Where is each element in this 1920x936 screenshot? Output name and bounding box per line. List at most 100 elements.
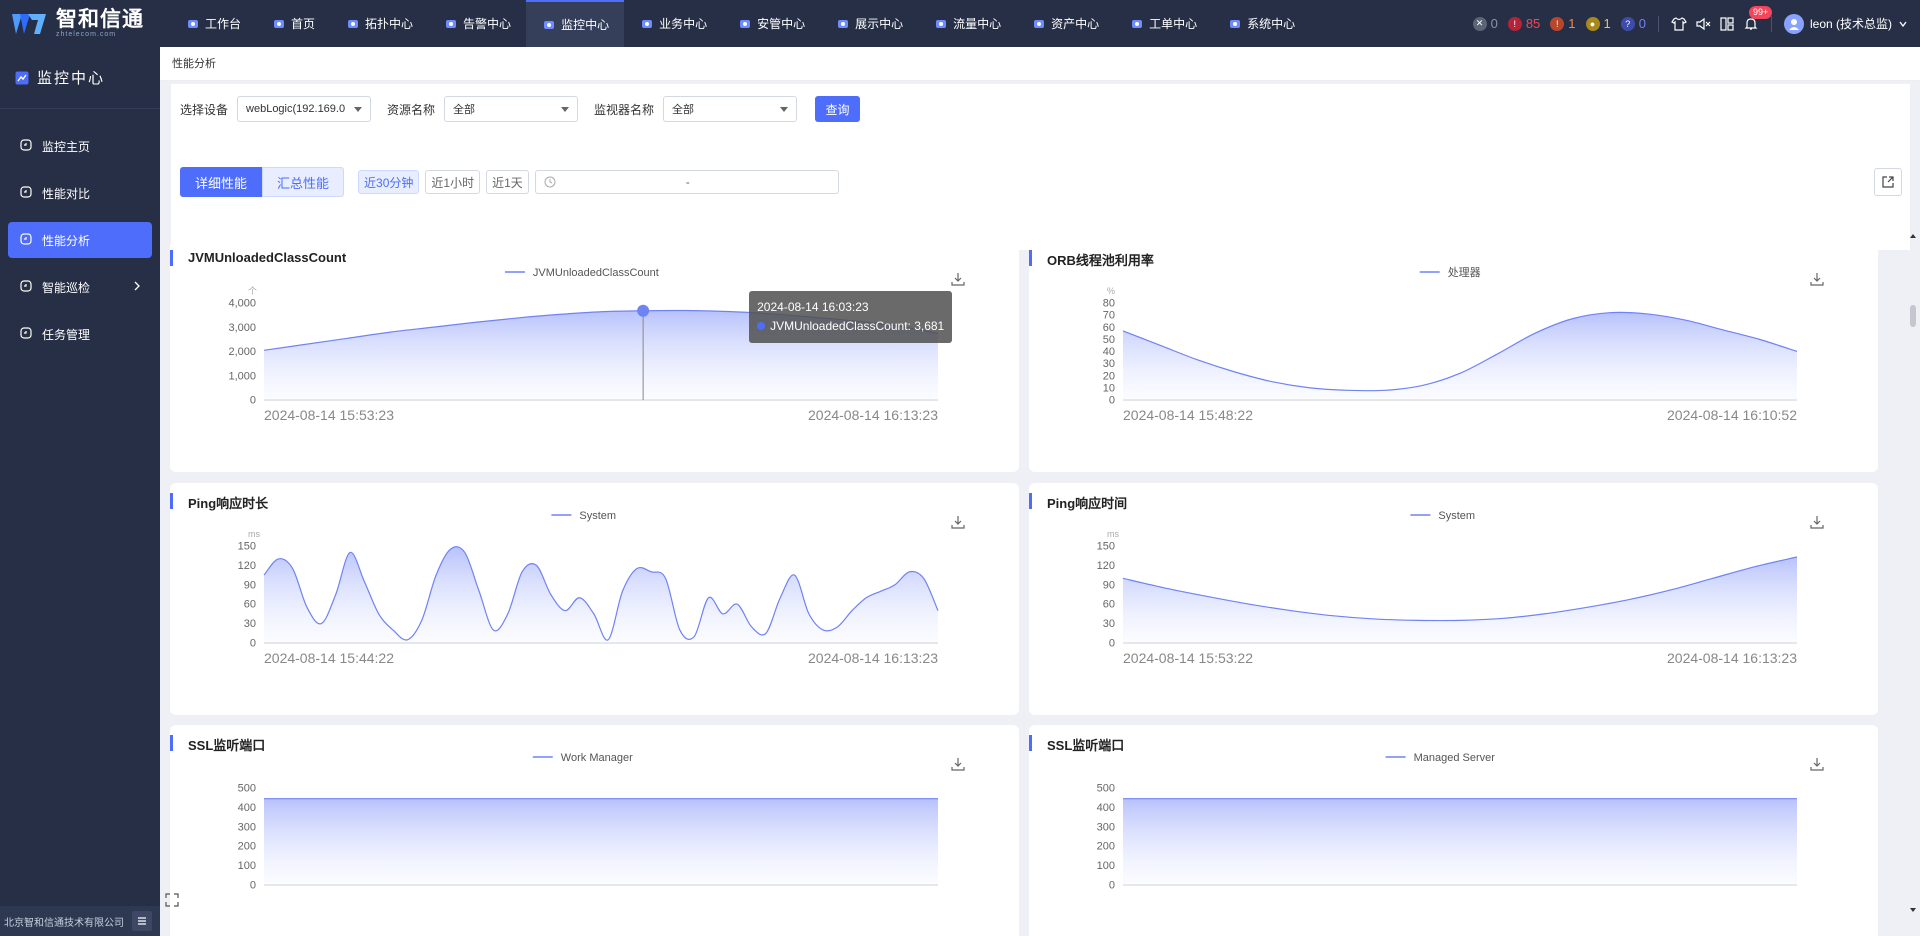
nav-item-label: 告警中心 — [463, 17, 512, 31]
alarm-stat-1[interactable]: ! 85 — [1507, 16, 1540, 31]
monitor-center-icon — [15, 71, 29, 84]
sidebar-title-text: 监控中心 — [37, 70, 106, 87]
nav-item-2[interactable]: 拓扑中心 — [330, 0, 428, 47]
y-axis-unit: % — [1107, 286, 1115, 296]
alarm-icon — [444, 17, 457, 30]
mute-icon[interactable] — [1695, 16, 1711, 32]
nav-item-5[interactable]: 业务中心 — [624, 0, 722, 47]
chart-plot: System ms 150 120 90 60 30 0 2024-08-14 15:44:22… — [238, 510, 939, 666]
tab-summary-performance[interactable]: 汇总性能 — [262, 167, 345, 197]
legend-label[interactable]: Work Manager — [561, 752, 633, 764]
sidebar-item-2[interactable]: 性能分析 — [8, 222, 152, 258]
chart-card: Ping响应时间 System ms 150 120 90 60 30 0 2024-08-14 … — [1029, 483, 1878, 715]
sidebar-item-label: 任务管理 — [42, 327, 91, 342]
legend-label[interactable]: Managed Server — [1414, 752, 1496, 764]
query-button[interactable]: 查询 — [815, 96, 861, 122]
monitor-select[interactable]: 全部 — [663, 96, 798, 122]
x-tick-label: 2024-08-14 16:10:52 — [1667, 407, 1797, 423]
chevron-right-icon — [132, 280, 142, 295]
scrollbar-thumb[interactable] — [1910, 305, 1916, 327]
analysis-icon — [20, 232, 32, 248]
download-icon[interactable] — [1810, 272, 1824, 286]
brand-logo[interactable]: 智和信通 zhtelecom.com — [0, 0, 160, 47]
alarm-level-icon: ? — [1620, 16, 1635, 31]
y-tick-label: 30 — [1103, 358, 1115, 370]
y-tick-label: 60 — [244, 599, 256, 611]
range-1h-button[interactable]: 近1小时 — [425, 170, 481, 194]
y-tick-label: 40 — [1103, 346, 1115, 358]
bell-icon[interactable]: 99+ — [1743, 5, 1773, 32]
chevron-down-icon — [561, 106, 570, 112]
legend-label[interactable]: System — [579, 510, 616, 522]
series-area — [264, 798, 938, 885]
tab-detail-performance[interactable]: 详细性能 — [180, 167, 263, 197]
theme-icon[interactable] — [1671, 16, 1687, 32]
alarm-stat-0[interactable]: ✕ 0 — [1472, 16, 1498, 31]
nav-item-8[interactable]: 流量中心 — [918, 0, 1016, 47]
alarm-stat-4[interactable]: ? 0 — [1620, 16, 1646, 31]
vertical-scrollbar[interactable] — [1910, 233, 1916, 913]
series-area — [264, 546, 938, 643]
download-icon[interactable] — [951, 272, 965, 286]
download-icon[interactable] — [951, 515, 965, 529]
breadcrumb: 性能分析 — [160, 47, 1920, 81]
user-menu[interactable]: leon (技术总监) — [1783, 13, 1908, 34]
download-icon[interactable] — [951, 757, 965, 771]
hover-point[interactable] — [637, 304, 650, 317]
menu-collapse-icon[interactable] — [132, 911, 152, 931]
sidebar-title: 监控中心 — [0, 47, 160, 109]
sidebar: 监控中心 监控主页 性能对比 性能分析 智能巡检 任务管理 北京智和信通技术有限公司 — [0, 47, 160, 936]
device-select[interactable]: webLogic(192.169.0 — [237, 96, 372, 122]
chart-card: ORB线程池利用率 处理器% 80 70 60 50 40 30 20 10 0 2024-08-14… — [1029, 240, 1878, 472]
tooltip-time: 2024-08-14 16:03:23 — [757, 299, 869, 314]
export-button[interactable] — [1874, 168, 1902, 196]
nav-item-6[interactable]: 安管中心 — [722, 0, 820, 47]
y-axis-unit: 个 — [248, 286, 257, 296]
chart-card: Ping响应时长 System ms 150 120 90 60 30 0 2024-08-14 … — [170, 483, 1019, 715]
y-tick-label: 50 — [1103, 334, 1115, 346]
nav-item-7[interactable]: 展示中心 — [820, 0, 918, 47]
x-tick-label: 2024-08-14 16:13:23 — [808, 407, 938, 423]
y-tick-label: 3,000 — [228, 322, 256, 334]
alarm-count: 1 — [1603, 16, 1611, 31]
export-icon — [1882, 176, 1894, 188]
range-30min-button[interactable]: 近30分钟 — [358, 170, 420, 194]
nav-item-label: 拓扑中心 — [365, 17, 414, 31]
scroll-up-icon[interactable] — [1910, 233, 1916, 239]
nav-item-10[interactable]: 工单中心 — [1114, 0, 1212, 47]
download-icon[interactable] — [1810, 515, 1824, 529]
nav-item-label: 安管中心 — [757, 17, 806, 31]
range-1d-button[interactable]: 近1天 — [486, 170, 529, 194]
resource-select[interactable]: 全部 — [444, 96, 579, 122]
date-range-picker[interactable]: - — [534, 170, 839, 194]
nav-item-4[interactable]: 监控中心 — [526, 0, 625, 47]
sidebar-item-4[interactable]: 任务管理 — [8, 316, 152, 352]
alarm-stat-2[interactable]: ! 1 — [1550, 16, 1576, 31]
nav-item-label: 工单中心 — [1149, 17, 1198, 31]
series-area — [1123, 312, 1797, 400]
fullscreen-icon[interactable] — [164, 892, 180, 908]
nav-item-3[interactable]: 告警中心 — [428, 0, 526, 47]
y-tick-label: 70 — [1103, 310, 1115, 322]
layout-icon[interactable] — [1719, 16, 1735, 32]
alarm-level-icon: ● — [1585, 16, 1600, 31]
alarm-stat-3[interactable]: ● 1 — [1585, 16, 1611, 31]
scroll-down-icon[interactable] — [1910, 907, 1916, 913]
legend-label[interactable]: System — [1438, 510, 1475, 522]
nav-item-1[interactable]: 首页 — [256, 0, 330, 47]
download-icon[interactable] — [1810, 757, 1824, 771]
alarm-count: 0 — [1490, 16, 1498, 31]
nav-item-11[interactable]: 系统中心 — [1212, 0, 1310, 47]
sidebar-item-0[interactable]: 监控主页 — [8, 128, 152, 164]
sidebar-item-1[interactable]: 性能对比 — [8, 175, 152, 211]
legend-label[interactable]: JVMUnloadedClassCount — [533, 267, 659, 279]
legend-label[interactable]: 处理器 — [1448, 266, 1481, 279]
y-tick-label: 300 — [1097, 821, 1115, 833]
system-icon — [1228, 17, 1241, 30]
security-icon — [738, 17, 751, 30]
nav-item-0[interactable]: 工作台 — [170, 0, 256, 47]
chart-card: SSL监听端口 Managed Server 500 400 300 200 100 0 — [1029, 725, 1878, 936]
nav-item-9[interactable]: 资产中心 — [1016, 0, 1114, 47]
sidebar-item-3[interactable]: 智能巡检 — [8, 269, 152, 305]
filter-row: 选择设备 webLogic(192.169.0 资源名称 全部 监视器名称 全部… — [171, 96, 861, 122]
